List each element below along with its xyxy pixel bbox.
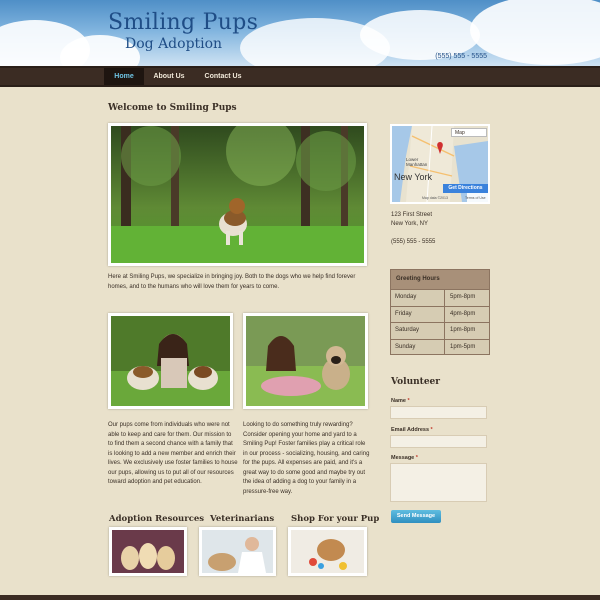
sidebar-phone: (555) 555 - 5555	[391, 239, 436, 245]
address-line-1: 123 First Street	[391, 212, 433, 218]
hours-day: Saturday	[391, 323, 445, 339]
mission-text: Our pups come from individuals who were …	[108, 422, 238, 485]
hours-row: Sunday 1pm-5pm	[391, 338, 489, 355]
location-map[interactable]: Map New York Lower Manhattan Get Directi…	[390, 124, 490, 204]
hours-day: Sunday	[391, 339, 445, 355]
map-credit: Map data ©2013	[422, 196, 448, 200]
intro-text: Here at Smiling Pups, we specialize in b…	[108, 274, 356, 290]
hero-beagle-photo	[108, 123, 367, 266]
foster-text: Looking to do something truly rewarding?…	[243, 422, 370, 495]
hours-title: Greeting Hours	[391, 270, 489, 289]
shop-heading[interactable]: Shop For your Pup	[291, 514, 379, 524]
map-type-select[interactable]: Map	[451, 128, 487, 137]
hours-row: Monday 5pm-8pm	[391, 289, 489, 306]
site-subtitle: Dog Adoption	[125, 36, 223, 52]
cloud-decoration	[470, 0, 600, 65]
woman-with-beagles-photo	[108, 313, 233, 409]
map-district-label: Lower Manhattan	[406, 157, 428, 167]
message-label: Message *	[391, 455, 418, 461]
main-nav: Home About Us Contact Us	[0, 66, 600, 87]
hours-time: 5pm-8pm	[450, 294, 476, 300]
header-phone: (555) 555 - 5555	[435, 53, 487, 60]
send-message-button[interactable]: Send Message	[391, 510, 441, 523]
nav-home[interactable]: Home	[104, 68, 144, 85]
get-directions-button[interactable]: Get Directions	[443, 184, 488, 193]
page-title: Welcome to Smiling Pups	[108, 103, 237, 113]
hours-time: 1pm-5pm	[450, 343, 476, 350]
greeting-hours-table: Greeting Hours Monday 5pm-8pm Friday 4pm…	[390, 269, 490, 355]
footer-bar	[0, 595, 600, 600]
map-city-label: New York	[394, 172, 433, 182]
shop-thumbnail[interactable]	[288, 527, 367, 576]
email-input[interactable]	[390, 435, 487, 448]
site-header: Smiling Pups Dog Adoption (555) 555 - 55…	[0, 0, 600, 66]
message-textarea[interactable]	[390, 463, 487, 502]
nav-about-us[interactable]: About Us	[144, 68, 194, 85]
site-title[interactable]: Smiling Pups	[108, 10, 258, 35]
volunteer-heading: Volunteer	[391, 377, 441, 387]
name-label: Name *	[391, 398, 410, 404]
name-input[interactable]	[390, 406, 487, 419]
address-line-2: New York, NY	[391, 221, 429, 227]
woman-with-pug-photo	[243, 313, 368, 409]
hours-day: Monday	[391, 290, 445, 306]
nav-contact-us[interactable]: Contact Us	[194, 68, 252, 85]
hours-row: Saturday 1pm-8pm	[391, 322, 489, 339]
map-terms-link[interactable]: Terms of Use	[465, 196, 486, 200]
hours-row: Friday 4pm-8pm	[391, 305, 489, 322]
hours-time: 1pm-8pm	[450, 327, 476, 333]
hours-time: 4pm-8pm	[450, 310, 476, 317]
email-label: Email Address *	[391, 427, 433, 433]
puppies-thumbnail[interactable]	[109, 527, 187, 576]
adoption-resources-heading[interactable]: Adoption Resources	[109, 514, 204, 524]
vet-thumbnail[interactable]	[199, 527, 276, 576]
veterinarians-heading[interactable]: Veterinarians	[210, 514, 274, 524]
hours-day: Friday	[391, 306, 445, 322]
